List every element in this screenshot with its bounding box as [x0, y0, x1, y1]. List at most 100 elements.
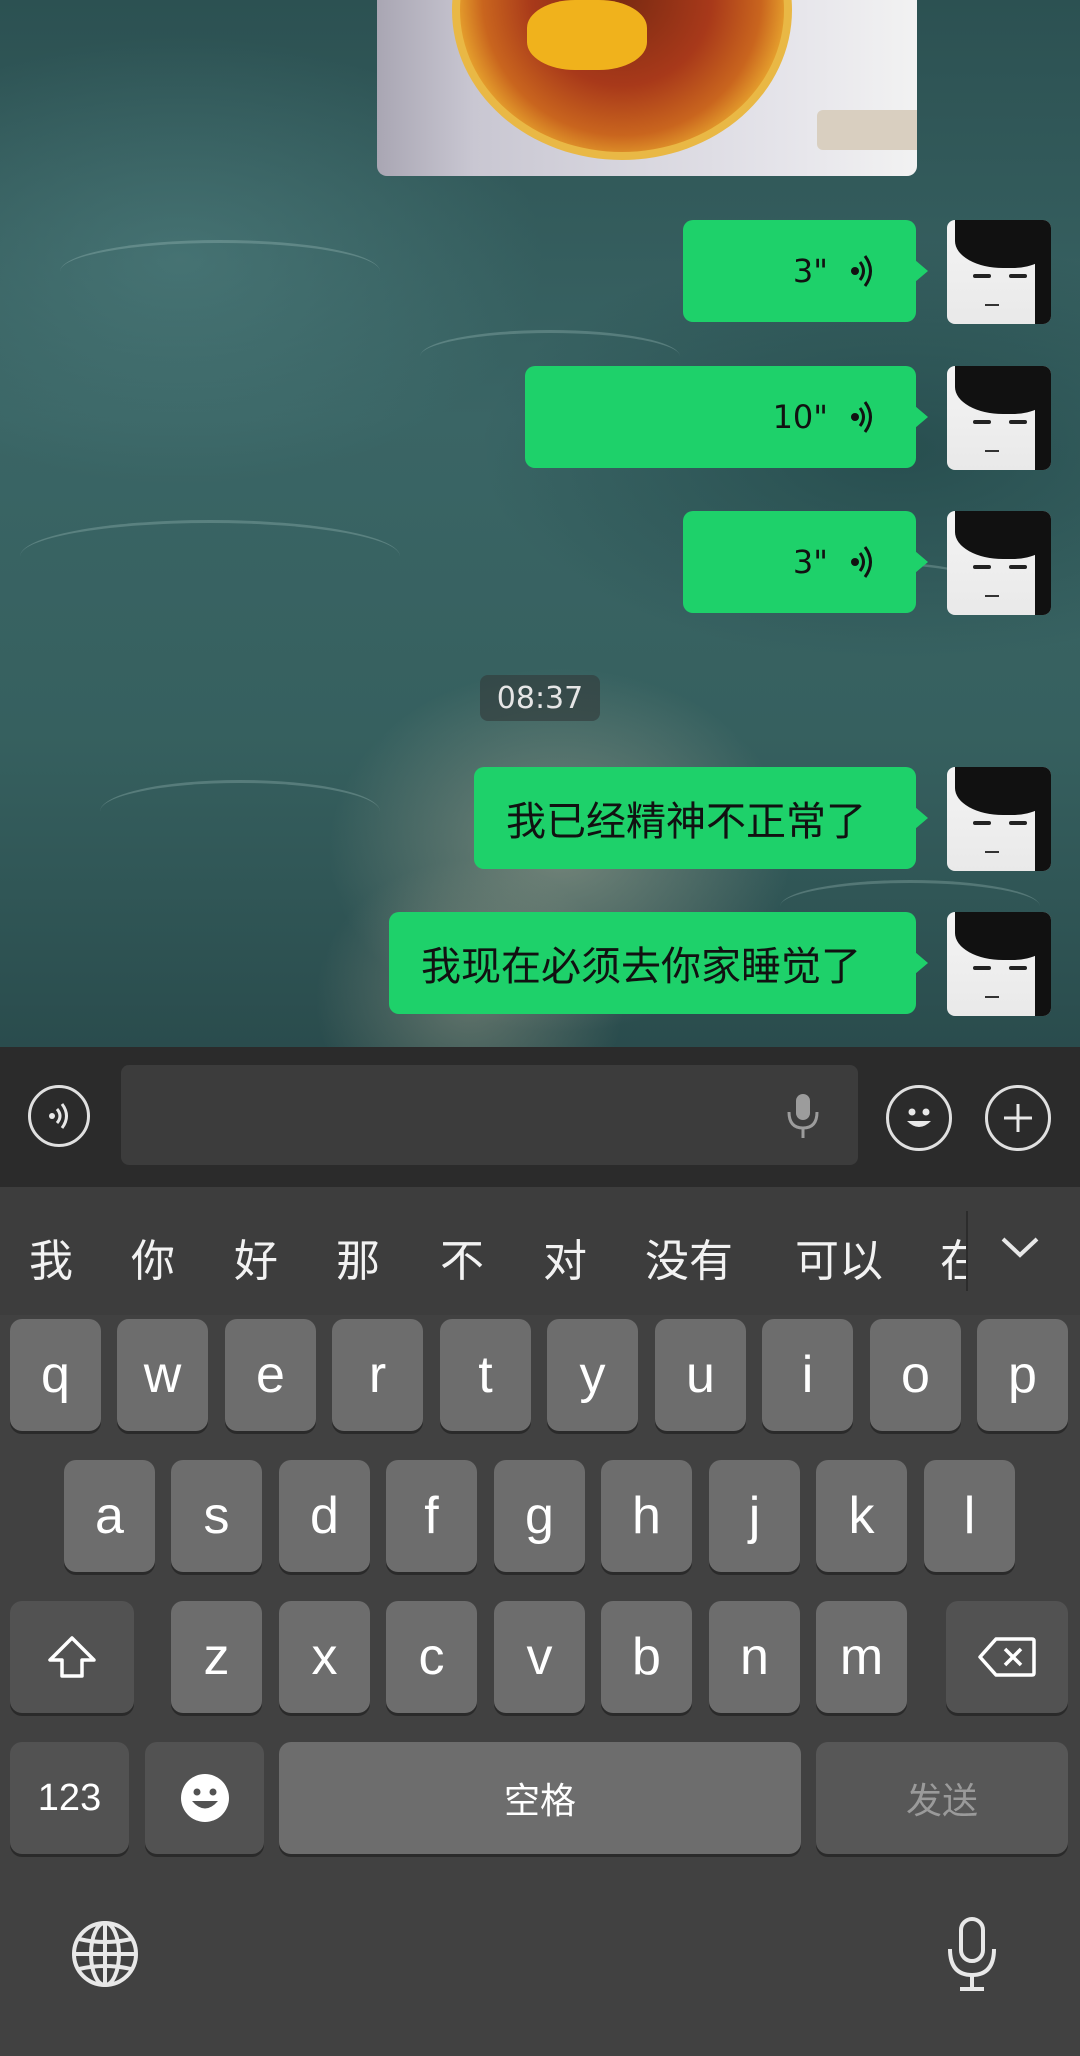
avatar[interactable] — [947, 220, 1051, 324]
key-j[interactable]: j — [709, 1460, 800, 1572]
background-ripple — [60, 240, 380, 303]
shift-arrow-icon — [48, 1636, 96, 1678]
more-button[interactable] — [985, 1085, 1051, 1151]
key-u[interactable]: u — [655, 1319, 746, 1431]
avatar[interactable] — [947, 511, 1051, 615]
chat-input-bar — [0, 1047, 1080, 1187]
avatar-eye — [1009, 420, 1027, 424]
avatar[interactable] — [947, 767, 1051, 871]
voice-wave-icon — [49, 1103, 68, 1129]
key-q[interactable]: q — [10, 1319, 101, 1431]
key-a[interactable]: a — [64, 1460, 155, 1572]
voice-wave-icon — [850, 544, 876, 580]
avatar-eye — [973, 565, 991, 569]
key-g[interactable]: g — [494, 1460, 585, 1572]
shift-key[interactable] — [10, 1601, 134, 1713]
avatar-eye — [1009, 565, 1027, 569]
key-v[interactable]: v — [494, 1601, 585, 1713]
avatar[interactable] — [947, 366, 1051, 470]
avatar-eye — [973, 274, 991, 278]
text-message[interactable]: 我现在必须去你家睡觉了 — [389, 912, 928, 1014]
message-timestamp: 08:37 — [480, 675, 600, 721]
avatar-hair — [1035, 531, 1051, 615]
voice-message[interactable]: 10" — [525, 366, 928, 468]
chat-area[interactable]: 3" 10" 3" 08:37 我已经精神不正常了 我现在必须去你家睡觉了 — [0, 0, 1080, 1047]
microphone-icon[interactable] — [783, 1092, 823, 1144]
voice-toggle-button[interactable] — [28, 1085, 90, 1147]
candidate-word[interactable]: 在 — [940, 1225, 966, 1289]
key-k[interactable]: k — [816, 1460, 907, 1572]
image-message[interactable] — [377, 0, 917, 176]
backspace-key[interactable] — [946, 1601, 1068, 1713]
emoji-key[interactable] — [145, 1742, 264, 1854]
key-p[interactable]: p — [977, 1319, 1068, 1431]
numbers-key[interactable]: 123 — [10, 1742, 129, 1854]
voice-message[interactable]: 3" — [683, 220, 928, 322]
avatar-eye — [973, 420, 991, 424]
avatar-hair — [1035, 787, 1051, 871]
key-z[interactable]: z — [171, 1601, 262, 1713]
background-ripple — [20, 520, 400, 593]
candidate-bar: 我 你 好 那 不 对 没有 可以 在 — [0, 1187, 1080, 1315]
key-y[interactable]: y — [547, 1319, 638, 1431]
avatar-mouth — [985, 304, 999, 306]
candidate-word[interactable]: 你 — [131, 1225, 175, 1289]
candidate-word[interactable]: 好 — [234, 1225, 278, 1289]
key-w[interactable]: w — [117, 1319, 208, 1431]
candidate-word[interactable]: 对 — [543, 1225, 587, 1289]
key-i[interactable]: i — [762, 1319, 853, 1431]
key-h[interactable]: h — [601, 1460, 692, 1572]
key-x[interactable]: x — [279, 1601, 370, 1713]
candidate-word[interactable]: 可以 — [795, 1225, 883, 1289]
avatar-eye — [1009, 966, 1027, 970]
text-message[interactable]: 我已经精神不正常了 — [474, 767, 928, 869]
key-m[interactable]: m — [816, 1601, 907, 1713]
key-r[interactable]: r — [332, 1319, 423, 1431]
voice-wave-icon — [850, 399, 876, 435]
avatar-eye — [973, 966, 991, 970]
key-d[interactable]: d — [279, 1460, 370, 1572]
plus-circle-icon — [1004, 1104, 1032, 1132]
message-text: 我已经精神不正常了 — [506, 799, 866, 845]
backspace-icon — [978, 1637, 1036, 1677]
plate-shape — [817, 110, 917, 150]
globe-icon[interactable] — [70, 1919, 140, 1993]
smiley-icon — [907, 1108, 931, 1127]
key-l[interactable]: l — [924, 1460, 1015, 1572]
key-b[interactable]: b — [601, 1601, 692, 1713]
avatar-hair — [1035, 240, 1051, 324]
key-s[interactable]: s — [171, 1460, 262, 1572]
avatar-eye — [1009, 821, 1027, 825]
candidate-word[interactable]: 不 — [440, 1225, 484, 1289]
voice-duration: 3" — [792, 252, 828, 290]
key-n[interactable]: n — [709, 1601, 800, 1713]
key-e[interactable]: e — [225, 1319, 316, 1431]
candidate-divider — [966, 1211, 968, 1291]
key-f[interactable]: f — [386, 1460, 477, 1572]
key-o[interactable]: o — [870, 1319, 961, 1431]
send-key[interactable]: 发送 — [816, 1742, 1068, 1854]
message-text: 我现在必须去你家睡觉了 — [421, 944, 861, 990]
candidate-word[interactable]: 我 — [29, 1225, 73, 1289]
key-c[interactable]: c — [386, 1601, 477, 1713]
background-ripple — [100, 780, 380, 843]
emoji-button[interactable] — [886, 1085, 952, 1151]
avatar-eye — [1009, 274, 1027, 278]
voice-wave-icon — [850, 253, 876, 289]
space-key[interactable]: 空格 — [279, 1742, 801, 1854]
avatar[interactable] — [947, 912, 1051, 1016]
egg-shape — [527, 0, 647, 70]
avatar-hair — [1035, 386, 1051, 470]
dictation-microphone-icon[interactable] — [944, 1915, 1000, 1999]
avatar-mouth — [985, 996, 999, 998]
chevron-down-icon[interactable] — [997, 1229, 1043, 1269]
key-t[interactable]: t — [440, 1319, 531, 1431]
candidate-word[interactable]: 那 — [336, 1225, 380, 1289]
avatar-mouth — [985, 595, 999, 597]
emoji-face-icon — [180, 1774, 229, 1822]
message-input[interactable] — [121, 1065, 858, 1165]
voice-message[interactable]: 3" — [683, 511, 928, 613]
candidate-word[interactable]: 没有 — [645, 1225, 733, 1289]
avatar-mouth — [985, 450, 999, 452]
avatar-mouth — [985, 851, 999, 853]
